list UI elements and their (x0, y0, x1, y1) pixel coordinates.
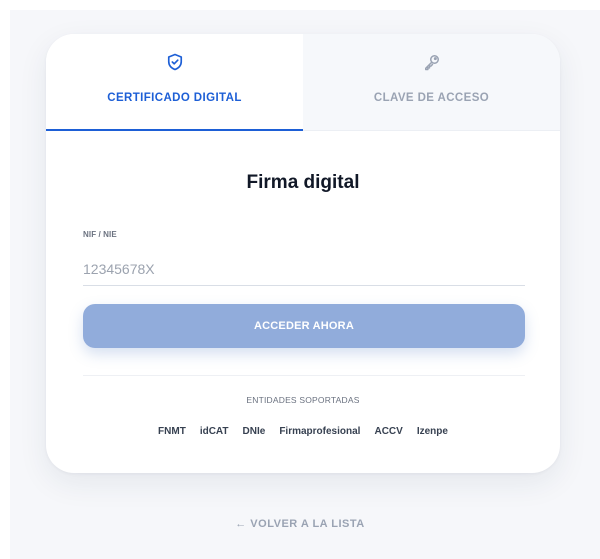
tab-clave-de-acceso[interactable]: CLAVE DE ACCESO (303, 34, 560, 131)
auth-tabs: CERTIFICADO DIGITAL CLAVE DE ACCESO (46, 34, 560, 131)
entity-idcat: idCAT (199, 426, 229, 437)
entity-fnmt: FNMT (158, 426, 186, 437)
tab-label: CLAVE DE ACCESO (373, 92, 490, 104)
nif-label: NIF / NIE (83, 230, 117, 239)
tab-label: CERTIFICADO DIGITAL (107, 92, 242, 104)
entity-firmaprofesional: Firmaprofesional (279, 426, 361, 437)
entity-accv: ACCV (374, 426, 403, 437)
back-to-list-link[interactable]: ← VOLVER A LA LISTA (0, 518, 600, 530)
entities-title: ENTIDADES SOPORTADAS (246, 395, 360, 405)
entity-dnie: DNIe (242, 426, 266, 437)
nif-input[interactable] (83, 252, 525, 286)
entity-izenpe: Izenpe (416, 426, 448, 437)
entities-list: FNMT idCAT DNIe Firmaprofesional ACCV Iz… (46, 426, 560, 437)
form-title: Firma digital (246, 172, 360, 193)
shield-check-icon (167, 53, 182, 71)
login-card: CERTIFICADO DIGITAL CLAVE DE ACCESO Firm… (46, 34, 560, 473)
tab-certificado-digital[interactable]: CERTIFICADO DIGITAL (46, 34, 303, 131)
active-tab-indicator (46, 129, 303, 131)
divider (83, 375, 525, 376)
key-icon (424, 55, 439, 71)
submit-button[interactable]: ACCEDER AHORA (83, 304, 525, 348)
